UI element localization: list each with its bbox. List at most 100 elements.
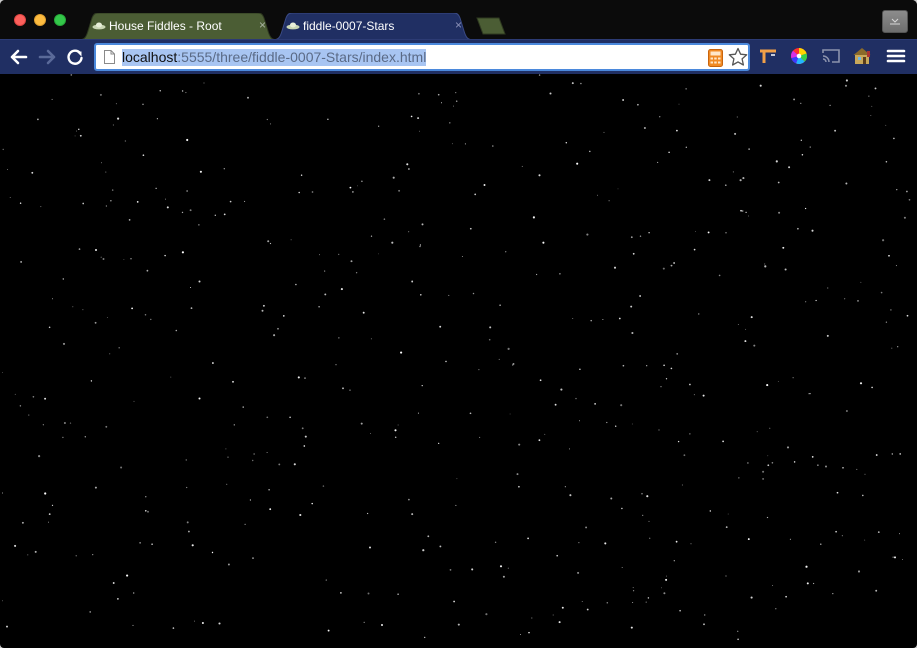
star — [808, 393, 810, 395]
star — [360, 422, 363, 425]
star — [478, 369, 480, 371]
star — [198, 280, 201, 283]
page-canvas[interactable] — [2, 74, 913, 646]
forward-icon[interactable] — [36, 46, 58, 68]
star — [528, 631, 530, 634]
url-text[interactable]: localhost:5555/three/fiddle-0007-Stars/i… — [122, 49, 427, 66]
star — [811, 456, 814, 458]
star — [491, 145, 494, 147]
star — [538, 74, 541, 76]
star — [111, 189, 114, 191]
star — [817, 464, 819, 466]
star — [602, 319, 604, 320]
star — [159, 90, 161, 92]
star — [44, 397, 47, 400]
star — [130, 258, 132, 260]
tab-fiddle-stars[interactable]: fiddle-0007-Stars × — [272, 13, 474, 40]
address-bar[interactable]: localhost:5555/three/fiddle-0007-Stars/i… — [94, 43, 750, 71]
tab-close-icon[interactable]: × — [259, 18, 266, 32]
star — [856, 468, 858, 470]
star — [422, 549, 425, 552]
star — [767, 464, 770, 467]
house-icon[interactable] — [852, 45, 874, 67]
star — [124, 140, 127, 142]
star — [244, 200, 246, 202]
star — [708, 179, 711, 182]
star — [845, 182, 848, 185]
starfield — [2, 74, 911, 641]
star — [2, 148, 4, 151]
star — [19, 405, 22, 407]
star — [676, 129, 678, 132]
star — [535, 273, 538, 276]
reload-icon[interactable] — [64, 46, 86, 68]
star — [815, 299, 817, 302]
star — [186, 521, 189, 524]
star — [532, 216, 535, 219]
star — [455, 504, 457, 506]
star — [146, 269, 149, 272]
tab-close-icon[interactable]: × — [455, 18, 462, 32]
star — [90, 380, 93, 382]
star — [227, 456, 229, 458]
star — [391, 241, 394, 244]
star — [564, 486, 566, 488]
star — [488, 338, 491, 341]
star — [782, 246, 785, 249]
star — [6, 625, 8, 628]
star — [662, 267, 665, 270]
color-wheel-icon[interactable] — [788, 45, 810, 67]
star — [645, 601, 647, 603]
calculator-icon[interactable] — [708, 49, 723, 67]
star — [186, 138, 189, 142]
star — [352, 191, 354, 193]
star — [394, 429, 397, 432]
star — [657, 161, 659, 163]
star — [136, 201, 139, 203]
star-icon[interactable] — [728, 47, 748, 67]
star — [63, 421, 66, 425]
star — [126, 574, 129, 577]
star — [683, 454, 686, 457]
star — [606, 421, 608, 424]
window-maximize-button[interactable] — [54, 14, 66, 26]
star — [76, 130, 78, 132]
star — [211, 362, 214, 364]
star — [62, 342, 66, 345]
star — [824, 465, 828, 468]
cast-icon[interactable] — [820, 45, 842, 67]
window-minimize-button[interactable] — [34, 14, 46, 26]
star — [552, 614, 554, 616]
star — [455, 100, 458, 102]
new-tab-button[interactable] — [473, 17, 507, 35]
star — [469, 227, 472, 230]
star — [2, 492, 3, 494]
star — [834, 129, 837, 132]
menu-icon[interactable] — [885, 45, 907, 67]
star — [273, 334, 276, 337]
star — [378, 125, 380, 127]
star — [48, 326, 51, 329]
star — [521, 165, 523, 167]
star — [21, 521, 24, 524]
star — [417, 412, 419, 414]
star — [805, 301, 807, 303]
star — [745, 328, 747, 330]
star — [739, 179, 742, 182]
star — [367, 592, 370, 595]
star — [621, 566, 623, 569]
star — [613, 266, 617, 269]
star — [400, 351, 403, 354]
star — [304, 377, 306, 379]
star — [766, 516, 769, 519]
back-icon[interactable] — [8, 46, 30, 68]
window-close-button[interactable] — [14, 14, 26, 26]
star — [366, 512, 369, 515]
star — [880, 291, 883, 294]
star — [133, 592, 135, 594]
star — [590, 319, 592, 322]
star — [242, 406, 244, 408]
extension-t-icon[interactable] — [757, 45, 779, 67]
profile-button[interactable] — [882, 10, 908, 33]
tab-house-fiddles-root[interactable]: House Fiddles - Root × — [78, 13, 278, 40]
